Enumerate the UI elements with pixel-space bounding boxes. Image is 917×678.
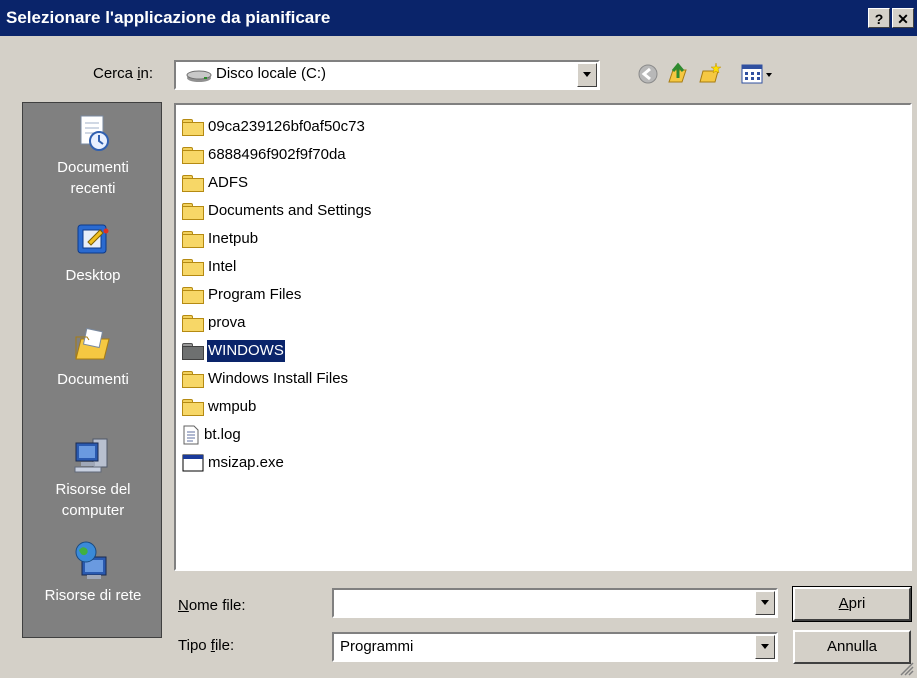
place-my-computer[interactable]: Risorse del computer xyxy=(23,435,163,521)
list-item[interactable]: wmpub xyxy=(182,396,257,418)
my-computer-icon xyxy=(74,438,108,473)
place-desktop[interactable]: Desktop xyxy=(23,221,163,286)
folder-icon xyxy=(182,315,204,333)
documents-icon xyxy=(75,327,110,360)
place-label-1: Risorse del xyxy=(55,481,131,498)
network-icon xyxy=(75,541,107,579)
place-my-documents[interactable]: Documenti xyxy=(23,325,163,390)
list-item[interactable]: Intel xyxy=(182,256,237,278)
list-item[interactable]: Documents and Settings xyxy=(182,200,372,222)
place-label-1: Documenti xyxy=(57,371,129,388)
drive-icon xyxy=(186,70,212,82)
list-item[interactable]: Inetpub xyxy=(182,228,259,250)
folder-icon xyxy=(182,147,204,165)
list-item[interactable]: 6888496f902f9f70da xyxy=(182,144,347,166)
list-item[interactable]: 09ca239126bf0af50c73 xyxy=(182,116,366,138)
list-item[interactable]: prova xyxy=(182,312,247,334)
place-network[interactable]: Risorse di rete xyxy=(23,541,163,606)
list-item[interactable]: ADFS xyxy=(182,172,249,194)
folder-icon xyxy=(182,231,204,249)
filetype-value: Programmi xyxy=(340,638,414,655)
close-button[interactable]: ✕ xyxy=(892,8,914,28)
recent-docs-icon xyxy=(80,115,109,151)
title-bar[interactable]: Selezionare l'applicazione da pianificar… xyxy=(0,0,917,36)
folder-icon xyxy=(182,203,204,221)
place-label-1: Desktop xyxy=(65,267,121,284)
place-recent-documents[interactable]: Documenti recenti xyxy=(23,113,163,199)
cancel-button[interactable]: Annulla xyxy=(793,630,911,664)
resize-grip-icon[interactable] xyxy=(898,660,914,676)
place-label-2: recenti xyxy=(70,180,116,197)
place-label-2: computer xyxy=(61,502,125,519)
look-in-dropdown-button[interactable] xyxy=(577,63,597,87)
new-folder-icon[interactable] xyxy=(698,62,722,86)
list-item[interactable]: Windows Install Files xyxy=(182,368,349,390)
folder-icon xyxy=(182,371,204,389)
exe-file-icon xyxy=(182,454,204,472)
look-in-combo[interactable]: Disco locale (C:) xyxy=(174,60,600,90)
place-label-1: Risorse di rete xyxy=(44,587,142,604)
desktop-icon xyxy=(77,224,109,254)
list-item[interactable]: bt.log xyxy=(182,424,242,446)
filetype-dropdown-button[interactable] xyxy=(755,635,775,659)
folder-icon xyxy=(182,119,204,137)
look-in-label: Cerca in: xyxy=(93,65,154,82)
filetype-label: Tipo file: xyxy=(178,637,235,654)
folder-icon xyxy=(182,343,204,361)
open-button[interactable]: Apri xyxy=(792,586,912,622)
places-bar: Documenti recenti Desktop Documenti Riso… xyxy=(22,102,162,638)
dialog-title: Selezionare l'applicazione da pianificar… xyxy=(6,8,331,27)
folder-icon xyxy=(182,259,204,277)
filename-label: Nome file: xyxy=(178,597,246,614)
file-list[interactable]: 09ca239126bf0af50c73 6888496f902f9f70da … xyxy=(174,103,912,571)
text-file-icon xyxy=(183,425,199,445)
filetype-combo[interactable]: Programmi xyxy=(332,632,778,662)
list-item[interactable]: msizap.exe xyxy=(182,452,285,474)
up-folder-icon[interactable] xyxy=(666,62,690,86)
view-menu-icon[interactable] xyxy=(740,62,780,86)
look-in-value: Disco locale (C:) xyxy=(216,65,327,82)
filename-dropdown-button[interactable] xyxy=(755,591,775,615)
folder-icon xyxy=(182,175,204,193)
folder-icon xyxy=(182,399,204,417)
help-button[interactable]: ? xyxy=(868,8,890,28)
list-item-selected[interactable]: WINDOWS xyxy=(182,339,286,363)
place-label-1: Documenti xyxy=(57,159,129,176)
folder-icon xyxy=(182,287,204,305)
back-icon[interactable] xyxy=(636,62,660,86)
list-item[interactable]: Program Files xyxy=(182,284,302,306)
filename-combo[interactable] xyxy=(332,588,778,618)
